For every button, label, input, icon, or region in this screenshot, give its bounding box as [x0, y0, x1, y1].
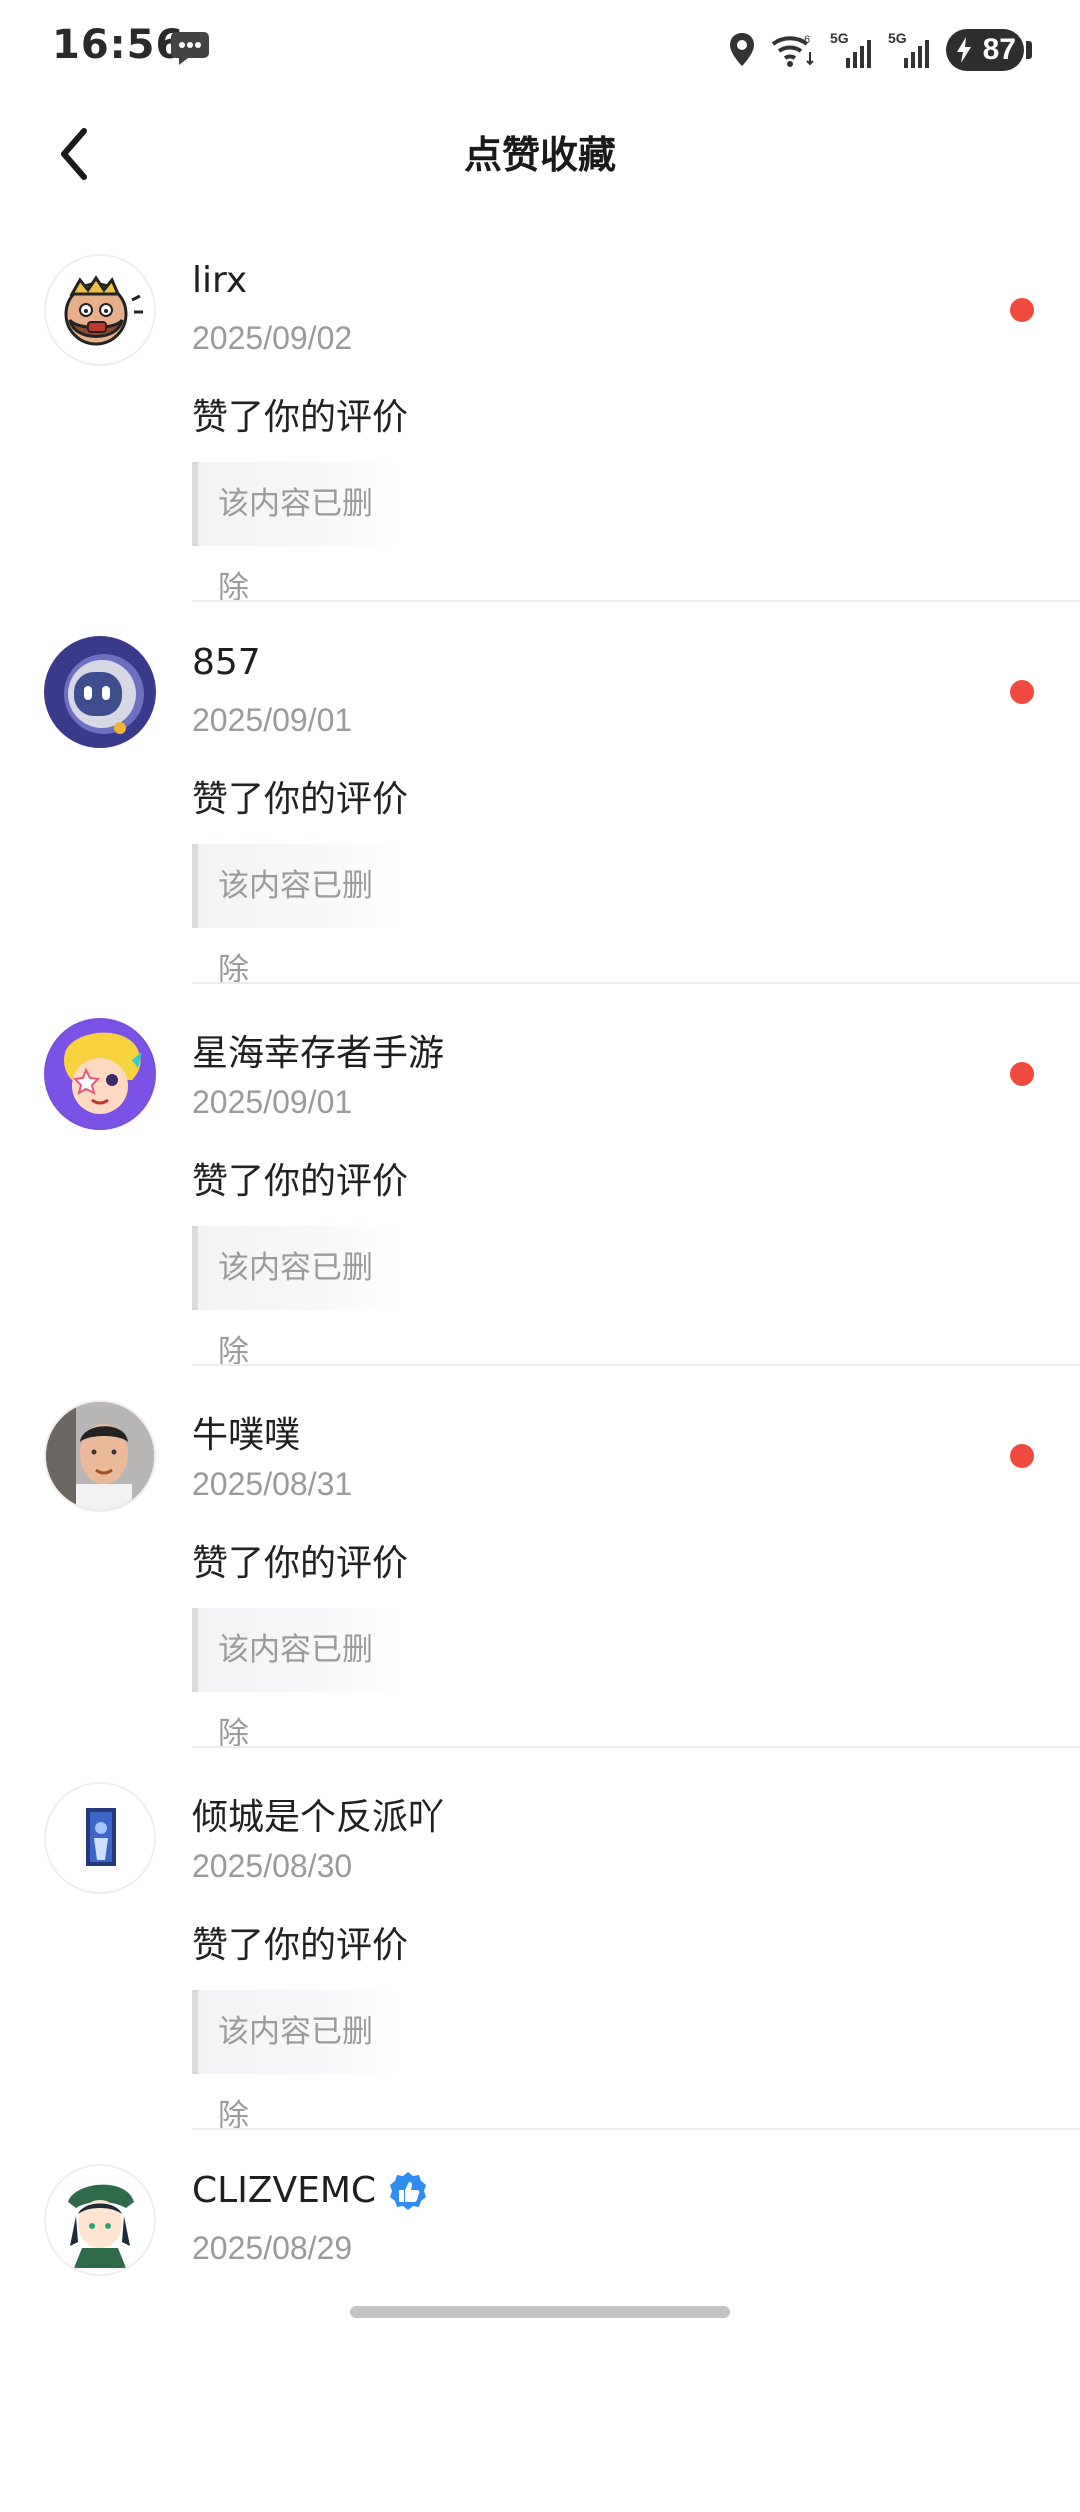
battery-icon: 87 [946, 29, 1024, 71]
status-bar: 16:56 6 5G 5G 87 [0, 0, 1080, 100]
avatar[interactable] [44, 1018, 156, 1130]
action-text: 赞了你的评价 [192, 397, 409, 438]
quoted-content[interactable]: 该内容已删除 [192, 1990, 402, 2134]
avatar[interactable] [44, 1400, 156, 1512]
svg-text:6: 6 [804, 34, 810, 46]
username[interactable]: lirx [192, 260, 247, 301]
notification-item[interactable]: 857 2025/09/01 赞了你的评价 该内容已删除 [0, 602, 1080, 988]
unread-dot [1010, 1062, 1034, 1086]
unread-dot [1010, 1444, 1034, 1468]
status-time: 16:56 [52, 22, 185, 68]
action-text: 赞了你的评价 [192, 1925, 409, 1966]
action-text: 赞了你的评价 [192, 1161, 409, 1202]
avatar[interactable] [44, 1782, 156, 1894]
date: 2025/09/02 [192, 320, 353, 356]
notification-list: lirx 2025/09/02 赞了你的评价 该内容已删除 857 2025/0… [0, 220, 1080, 2512]
unread-dot [1010, 680, 1034, 704]
avatar[interactable] [44, 2164, 156, 2276]
top-nav-bar: 点赞收藏 [0, 100, 1080, 204]
quoted-content[interactable]: 该内容已删除 [192, 462, 402, 606]
date: 2025/08/30 [192, 1848, 353, 1884]
username[interactable]: 牛噗噗 [192, 1406, 300, 1458]
username[interactable]: 857 [192, 642, 261, 683]
username-text[interactable]: CLIZVEMC [192, 2170, 376, 2211]
signal-icon: 5G [888, 30, 932, 70]
quoted-content[interactable]: 该内容已删除 [192, 1226, 402, 1370]
message-icon [171, 32, 209, 65]
date: 2025/09/01 [192, 702, 353, 738]
username[interactable]: CLIZVEMC [192, 2170, 430, 2214]
battery-level: 87 [982, 33, 1016, 66]
signal-icon: 5G [830, 30, 874, 70]
page-title: 点赞收藏 [463, 133, 616, 177]
home-indicator[interactable] [350, 2306, 730, 2318]
notification-item[interactable]: CLIZVEMC 2025/08/29 [0, 2130, 1080, 2512]
quoted-content[interactable]: 该内容已删除 [192, 1608, 402, 1752]
avatar[interactable] [44, 636, 156, 748]
unread-dot [1010, 298, 1034, 322]
action-text: 赞了你的评价 [192, 1543, 409, 1584]
date: 2025/08/29 [192, 2230, 353, 2266]
notification-item[interactable]: 星海幸存者手游 2025/09/01 赞了你的评价 该内容已删除 [0, 984, 1080, 1370]
location-icon [730, 33, 754, 66]
date: 2025/08/31 [192, 1466, 353, 1502]
wifi-icon: 6 [771, 34, 814, 67]
notification-item[interactable]: 倾城是个反派吖 2025/08/30 赞了你的评价 该内容已删除 [0, 1748, 1080, 2134]
date: 2025/09/01 [192, 1084, 353, 1120]
quoted-content[interactable]: 该内容已删除 [192, 844, 402, 988]
username[interactable]: 星海幸存者手游 [192, 1024, 444, 1076]
notification-item[interactable]: lirx 2025/09/02 赞了你的评价 该内容已删除 [0, 220, 1080, 606]
notification-item[interactable]: 牛噗噗 2025/08/31 赞了你的评价 该内容已删除 [0, 1366, 1080, 1752]
thumbs-up-badge-icon [390, 2172, 427, 2210]
avatar[interactable] [44, 254, 156, 366]
action-text: 赞了你的评价 [192, 779, 409, 820]
username[interactable]: 倾城是个反派吖 [192, 1788, 444, 1840]
